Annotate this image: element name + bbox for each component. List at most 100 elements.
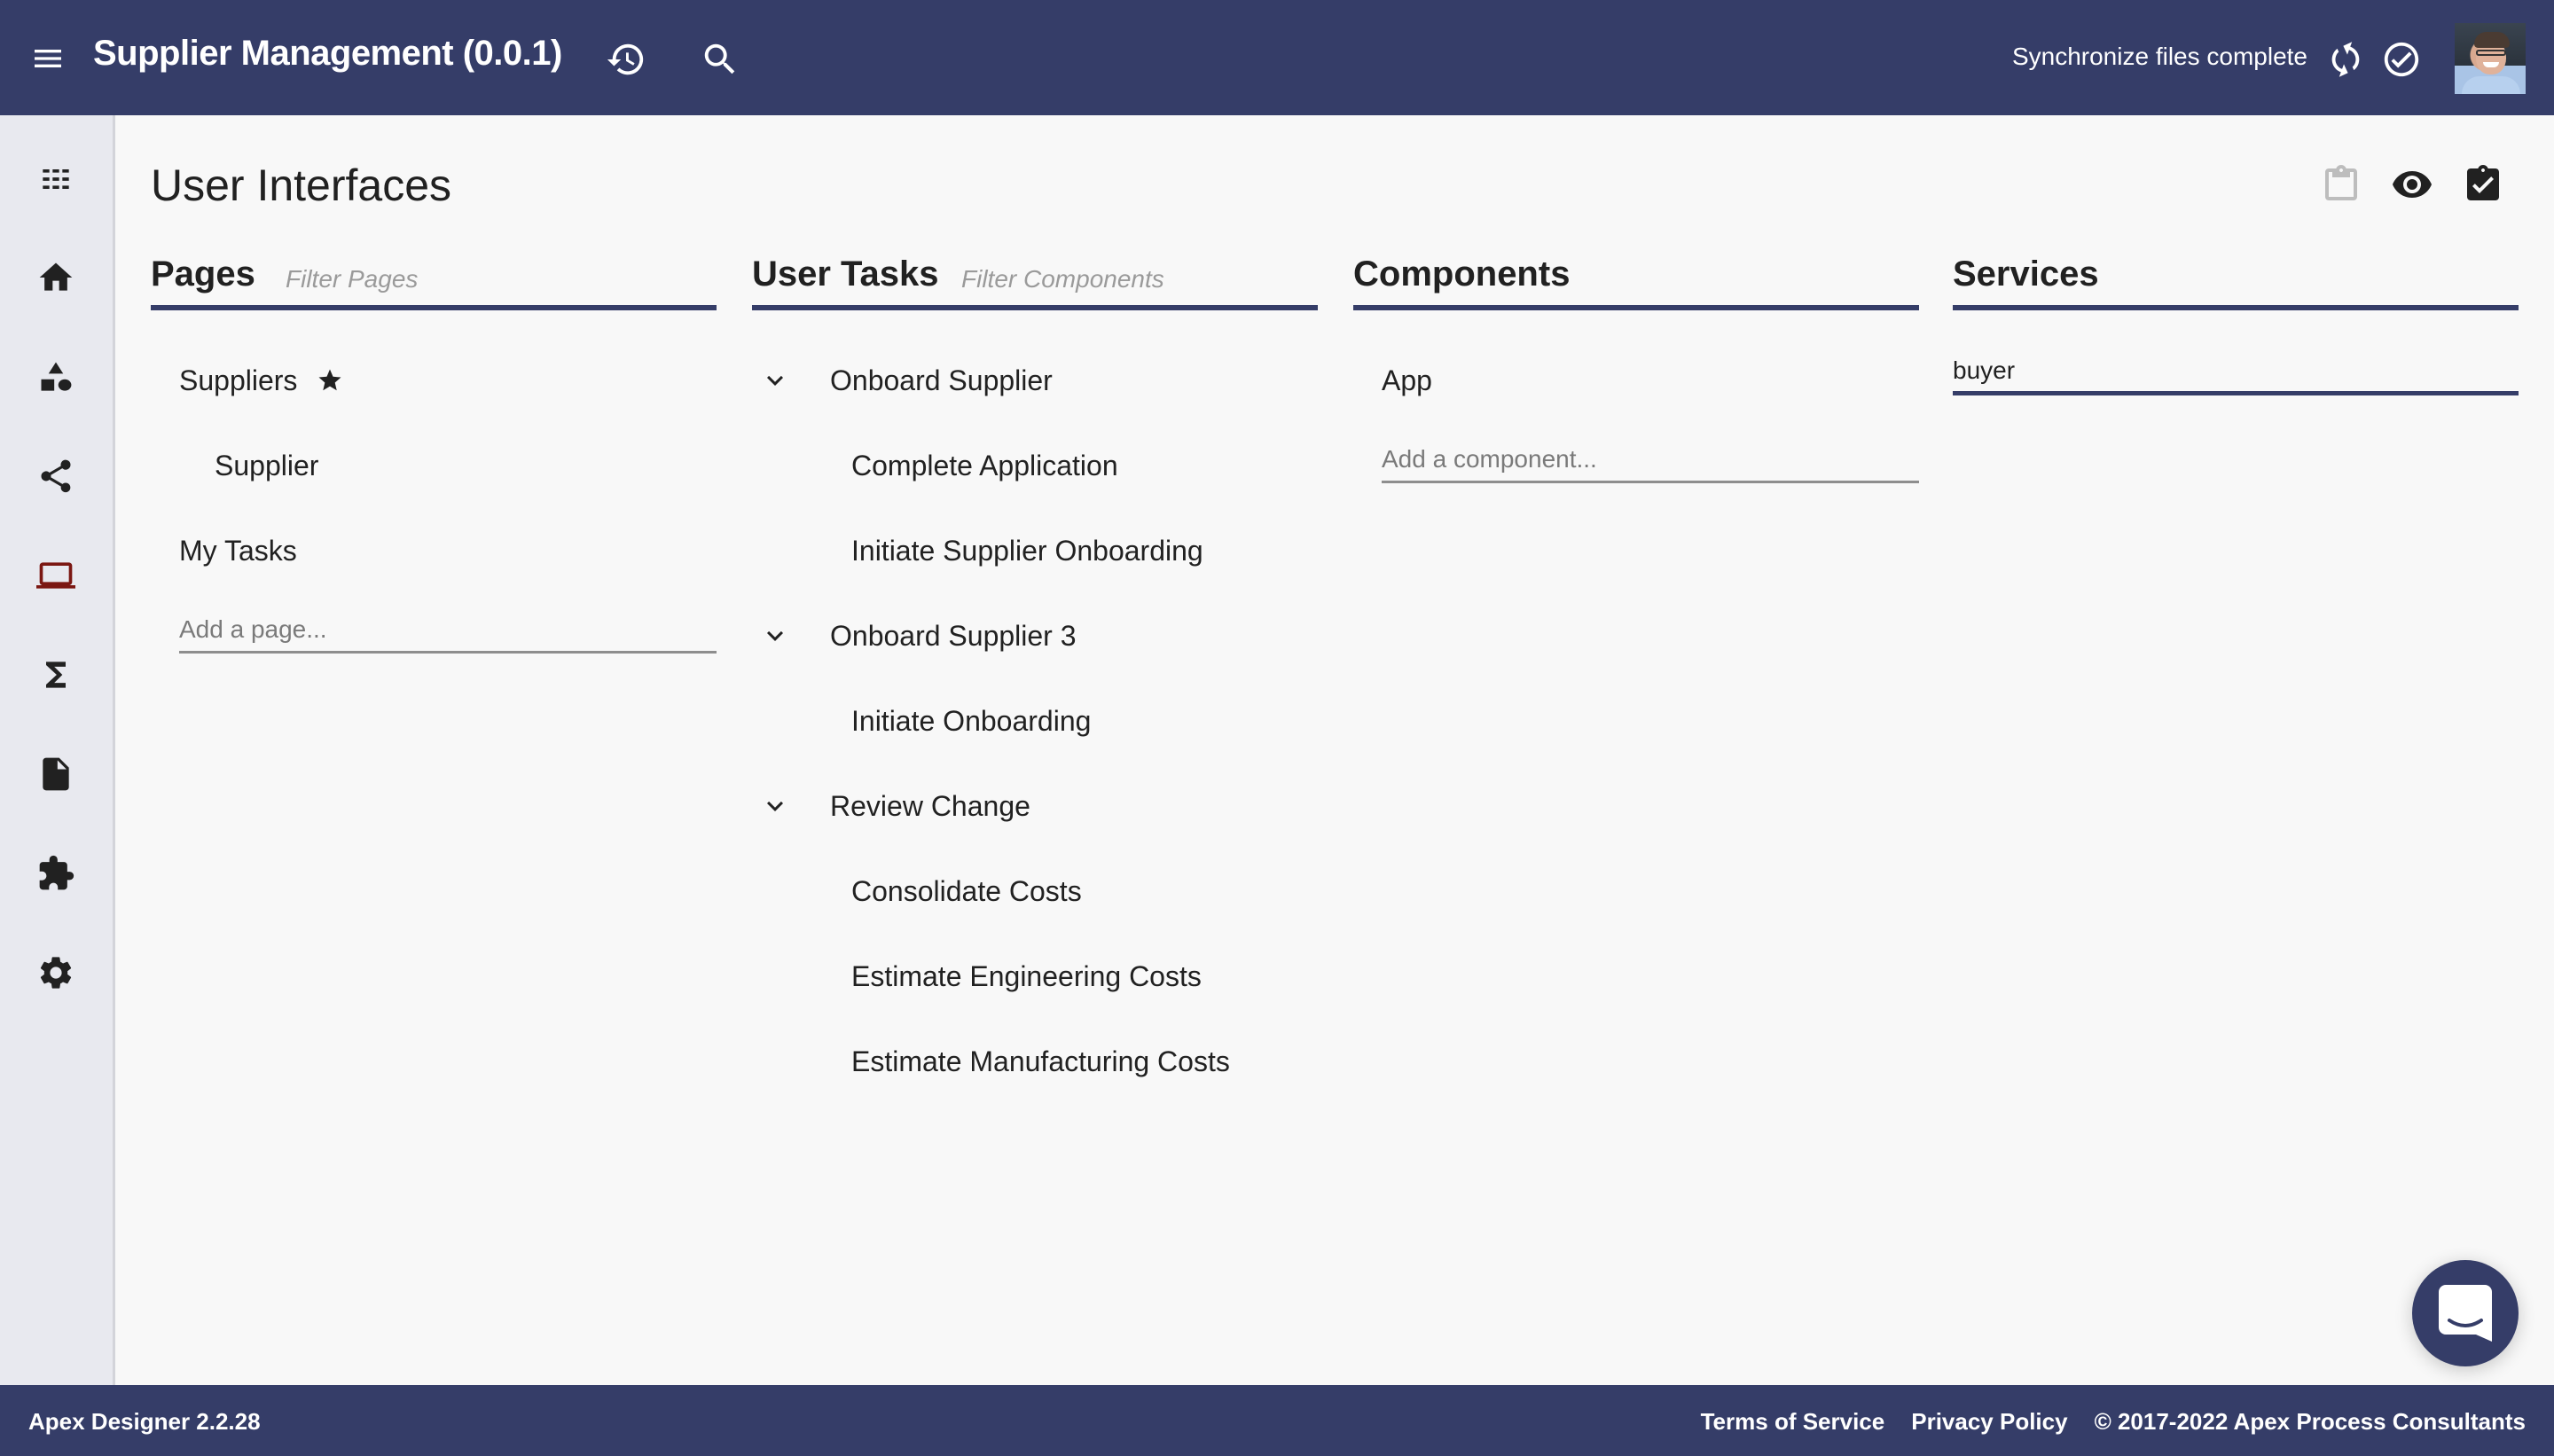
task-item-initiate-onboarding[interactable]: Initiate Onboarding: [851, 694, 1091, 748]
page-item-my-tasks[interactable]: My Tasks: [179, 524, 297, 577]
pages-title: Pages: [151, 254, 255, 294]
task-item-complete-application[interactable]: Complete Application: [851, 439, 1118, 492]
category-shapes-icon: [41, 362, 72, 391]
main-content: User Interfaces Pages Suppliers: [115, 115, 2554, 1385]
footer-links: Terms of Service Privacy Policy © 2017-2…: [1701, 1408, 2526, 1436]
footer: Apex Designer 2.2.28 Terms of Service Pr…: [0, 1385, 2554, 1456]
add-component-input[interactable]: [1382, 437, 1919, 483]
page-item-label: Supplier: [215, 449, 319, 481]
components-header: Components: [1353, 244, 1919, 310]
eye-icon: [2393, 171, 2432, 198]
user-tasks-header: User Tasks: [752, 244, 1318, 310]
task-item-label: Estimate Manufacturing Costs: [851, 1045, 1230, 1077]
task-item-initiate-supplier-onboarding[interactable]: Initiate Supplier Onboarding: [851, 524, 1203, 577]
components-title: Components: [1353, 254, 1571, 294]
page-item-supplier[interactable]: Supplier: [215, 439, 318, 492]
page-title: User Interfaces: [151, 160, 452, 210]
task-item-label: Estimate Engineering Costs: [851, 959, 1202, 992]
top-bar: Supplier Management (0.0.1) Synchronize …: [0, 0, 2554, 115]
component-item-app[interactable]: App: [1382, 354, 1432, 407]
task-item-estimate-engineering-costs[interactable]: Estimate Engineering Costs: [851, 950, 1202, 1003]
sidebar-item-apps[interactable]: [29, 153, 82, 206]
task-item-label: Consolidate Costs: [851, 874, 1082, 907]
menu-button[interactable]: [30, 41, 66, 76]
extension-puzzle-icon: [39, 855, 74, 890]
task-item-estimate-manufacturing-costs[interactable]: Estimate Manufacturing Costs: [851, 1035, 1230, 1088]
privacy-policy-link[interactable]: Privacy Policy: [1911, 1408, 2067, 1436]
sidebar-item-home[interactable]: [29, 251, 82, 304]
task-item-label: Initiate Supplier Onboarding: [851, 534, 1203, 567]
avatar-shirt: [2462, 76, 2520, 94]
component-item-label: App: [1382, 364, 1432, 396]
search-icon: [704, 43, 735, 74]
chevron-down-icon[interactable]: [759, 790, 791, 822]
chat-bubble-icon: [2439, 1285, 2492, 1342]
clipboard-icon: [2325, 165, 2357, 200]
sidebar-item-user-interfaces[interactable]: [29, 549, 82, 602]
task-item-label: Initiate Onboarding: [851, 704, 1092, 737]
chevron-down-icon[interactable]: [759, 620, 791, 652]
sigma-icon: [46, 661, 66, 688]
sidebar-item-documents[interactable]: [29, 748, 82, 801]
sidebar-item-libraries[interactable]: [29, 847, 82, 900]
add-page-input[interactable]: [179, 607, 717, 654]
terms-of-service-link[interactable]: Terms of Service: [1701, 1408, 1885, 1436]
paste-button[interactable]: [2318, 161, 2364, 207]
task-group-label: Review Change: [830, 789, 1030, 822]
sync-complete-indicator[interactable]: [2381, 39, 2422, 80]
sidebar-item-settings[interactable]: [29, 946, 82, 999]
services-column: Services: [1953, 244, 2519, 395]
star-icon: [318, 369, 341, 391]
user-avatar[interactable]: [2455, 23, 2526, 94]
avatar-glasses: [2476, 50, 2506, 56]
sync-status-text: Synchronize files complete: [2011, 43, 2307, 70]
sidebar-item-processes[interactable]: [29, 450, 82, 503]
file-icon: [43, 757, 69, 791]
sidebar-nav: [0, 115, 115, 1385]
app-version: Apex Designer 2.2.28: [28, 1408, 261, 1435]
history-button[interactable]: [606, 39, 646, 80]
laptop-icon: [36, 562, 75, 589]
share-icon: [41, 459, 71, 493]
menu-icon: [35, 50, 61, 67]
sync-button[interactable]: [2325, 39, 2366, 80]
home-icon: [39, 262, 73, 291]
assignment-check-icon: [2467, 165, 2499, 200]
search-button[interactable]: [700, 39, 740, 80]
validate-button[interactable]: [2460, 161, 2506, 207]
task-group-onboard-supplier[interactable]: Onboard Supplier: [759, 354, 1053, 407]
history-icon: [607, 43, 644, 75]
apps-grid-icon: [43, 169, 69, 189]
page-item-label: My Tasks: [179, 534, 297, 567]
components-column: Components App: [1353, 244, 1919, 483]
page-item-suppliers[interactable]: Suppliers: [179, 354, 343, 407]
avatar-hair: [2474, 32, 2510, 48]
user-tasks-column: User Tasks Onboard Supplier Complete App…: [752, 244, 1318, 1077]
gear-icon: [40, 957, 72, 989]
pages-header: Pages: [151, 244, 717, 310]
check-circle-icon: [2384, 42, 2419, 77]
task-item-label: Complete Application: [851, 449, 1118, 481]
page-item-label: Suppliers: [179, 364, 298, 396]
sidebar-item-business-objects[interactable]: [29, 350, 82, 403]
user-tasks-title: User Tasks: [752, 254, 939, 294]
task-group-review-change[interactable]: Review Change: [759, 779, 1030, 833]
chat-launcher-button[interactable]: [2412, 1260, 2519, 1366]
copyright-text: © 2017-2022 Apex Process Consultants: [2094, 1408, 2526, 1435]
preview-button[interactable]: [2389, 161, 2435, 207]
services-header: Services: [1953, 244, 2519, 310]
task-group-label: Onboard Supplier 3: [830, 619, 1077, 652]
sync-icon: [2331, 42, 2360, 77]
filter-components-input[interactable]: [961, 262, 1245, 297]
app-title[interactable]: Supplier Management (0.0.1): [93, 34, 562, 74]
filter-pages-input[interactable]: [286, 262, 569, 297]
chevron-down-icon[interactable]: [759, 364, 791, 396]
task-item-consolidate-costs[interactable]: Consolidate Costs: [851, 865, 1082, 918]
pages-column: Pages Suppliers Supplier My Tasks: [151, 244, 717, 654]
task-group-label: Onboard Supplier: [830, 364, 1053, 396]
sidebar-item-functions[interactable]: [29, 648, 82, 701]
services-input[interactable]: [1953, 349, 2519, 395]
app-root: Supplier Management (0.0.1) Synchronize …: [0, 0, 2554, 1456]
services-title: Services: [1953, 254, 2099, 294]
task-group-onboard-supplier-3[interactable]: Onboard Supplier 3: [759, 609, 1077, 662]
